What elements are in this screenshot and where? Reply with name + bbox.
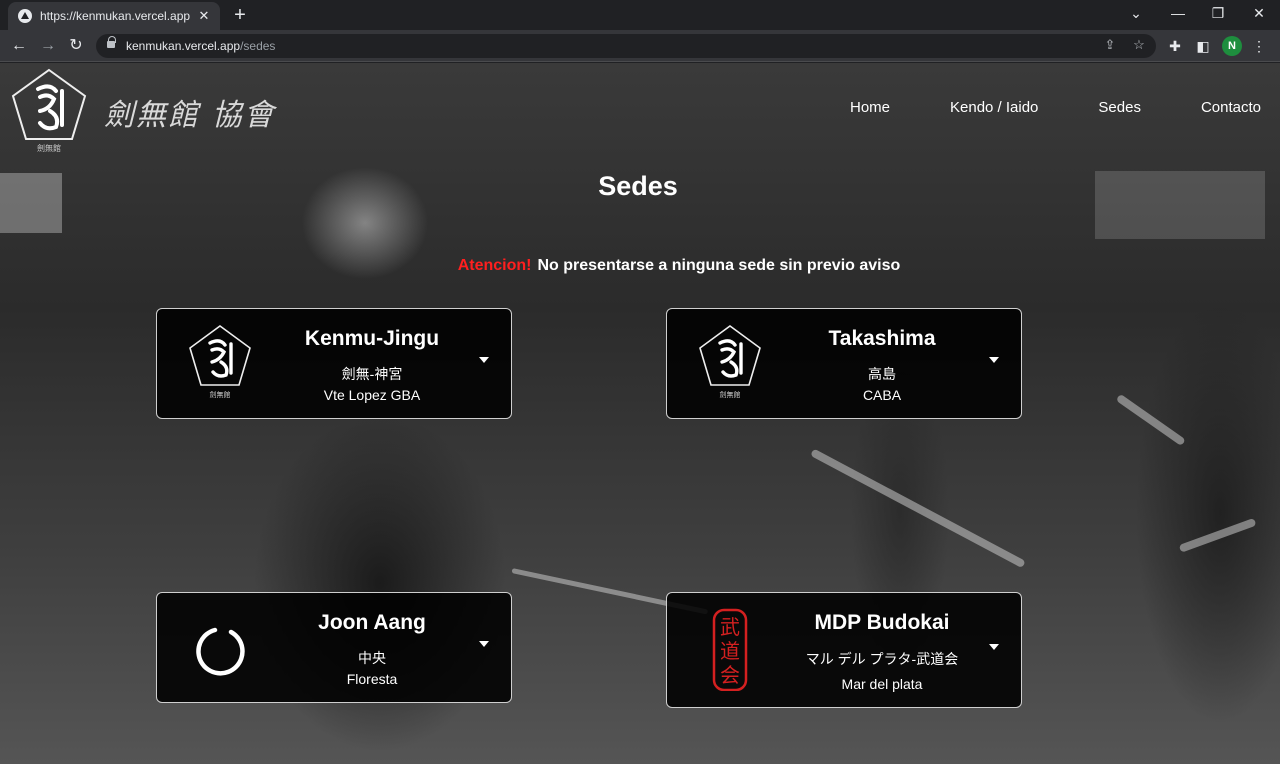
new-tab-icon[interactable]: +	[230, 4, 250, 26]
page-viewport: 劍無館 劍無館 協會 Home Kendo / Iaido Sedes Cont…	[0, 63, 1280, 764]
sede-japanese-name: 高島	[868, 366, 896, 382]
nav-home[interactable]: Home	[850, 99, 890, 116]
nav-contacto[interactable]: Contacto	[1201, 99, 1261, 116]
kenmukan-logo-icon: 劍無館	[11, 68, 87, 153]
sede-card-takashima[interactable]: 劍無館 Takashima 高島 CABA	[666, 308, 1022, 419]
sede-japanese-name: 中央	[358, 650, 386, 666]
nav-kendo-iaido[interactable]: Kendo / Iaido	[950, 99, 1038, 116]
browser-tabstrip: https://kenmukan.vercel.app/sedes ✕ + ⌄ …	[0, 0, 1280, 30]
sede-card-joon-aang[interactable]: Joon Aang 中央 Floresta	[156, 592, 512, 703]
brand-wordmark[interactable]: 劍無館 協會	[104, 90, 276, 134]
site-logo[interactable]: 劍無館	[10, 67, 88, 158]
enso-circle-icon	[196, 627, 245, 676]
caret-down-icon[interactable]	[989, 357, 999, 363]
bookmark-star-icon[interactable]: ☆	[1130, 37, 1148, 53]
browser-tab[interactable]: https://kenmukan.vercel.app/sedes ✕	[8, 2, 220, 30]
tab-close-icon[interactable]: ✕	[196, 8, 212, 24]
sede-name: Takashima	[828, 327, 936, 350]
page-title: Sedes	[598, 171, 678, 201]
sede-location: Vte Lopez GBA	[323, 387, 421, 403]
forward-icon[interactable]: →	[37, 35, 59, 57]
budokai-seal-icon: 武 道 会	[712, 608, 748, 691]
restore-icon[interactable]: ❐	[1207, 4, 1229, 22]
browser-toolbar: ← → ↻ kenmukan.vercel.app/sedes ⇪ ☆ ✚ ◧ …	[0, 30, 1280, 62]
sede-japanese-name: マル デル プラタ-武道会	[805, 651, 959, 667]
extensions-puzzle-icon[interactable]: ✚	[1166, 37, 1184, 55]
profile-avatar[interactable]: N	[1222, 36, 1242, 56]
background-shinai	[1115, 393, 1186, 447]
sede-location: Floresta	[346, 671, 398, 687]
notice-alert: Atencion!	[457, 257, 532, 274]
share-icon[interactable]: ⇪	[1101, 37, 1119, 53]
notice-text: No presentarse a ninguna sede sin previo…	[537, 257, 901, 274]
caret-down-icon[interactable]	[479, 641, 489, 647]
tab-title: https://kenmukan.vercel.app/sedes	[40, 9, 190, 23]
close-window-icon[interactable]: ✕	[1248, 4, 1270, 22]
minimize-icon[interactable]: —	[1167, 4, 1189, 22]
caret-down-icon[interactable]	[479, 357, 489, 363]
reload-icon[interactable]: ↻	[65, 35, 87, 57]
back-icon[interactable]: ←	[8, 35, 30, 57]
svg-text:会: 会	[720, 663, 740, 687]
caret-down-icon[interactable]	[989, 644, 999, 650]
lock-icon[interactable]	[107, 36, 116, 48]
sede-card-kenmu-jingu[interactable]: 劍無館 Kenmu-Jingu 劍無-神宮 Vte Lopez GBA	[156, 308, 512, 419]
svg-text:劍無館: 劍無館	[720, 390, 741, 399]
site-nav: Home Kendo / Iaido Sedes Contacto	[790, 99, 1261, 116]
vercel-favicon-icon	[18, 9, 32, 23]
address-bar[interactable]: kenmukan.vercel.app/sedes ⇪ ☆	[96, 34, 1156, 58]
svg-text:武: 武	[720, 615, 740, 639]
nav-sedes[interactable]: Sedes	[1098, 99, 1141, 116]
logo-caption: 劍無館	[37, 143, 61, 153]
svg-text:劍無館: 劍無館	[210, 390, 231, 399]
svg-text:道: 道	[720, 639, 740, 663]
url-text: kenmukan.vercel.app/sedes	[126, 39, 276, 53]
background-shinai	[810, 448, 1026, 569]
sede-name: Kenmu-Jingu	[304, 327, 440, 350]
kenmukan-logo-icon: 劍無館	[189, 325, 251, 399]
sede-japanese-name: 劍無-神宮	[341, 366, 403, 382]
sede-location: CABA	[862, 387, 902, 403]
notice-banner: Atencion! No presentarse a ninguna sede s…	[0, 257, 1280, 275]
background-shinai	[1178, 517, 1257, 553]
side-panel-icon[interactable]: ◧	[1194, 37, 1212, 55]
sede-location: Mar del plata	[841, 676, 923, 692]
sede-name: Joon Aang	[318, 611, 426, 634]
tab-search-icon[interactable]: ⌄	[1125, 4, 1147, 22]
sede-card-mdp-budokai[interactable]: 武 道 会 MDP Budokai マル デル プラタ-武道会 Mar del …	[666, 592, 1022, 708]
menu-kebab-icon[interactable]: ⋮	[1250, 37, 1268, 55]
sede-name: MDP Budokai	[814, 611, 950, 634]
kenmukan-logo-icon: 劍無館	[699, 325, 761, 399]
